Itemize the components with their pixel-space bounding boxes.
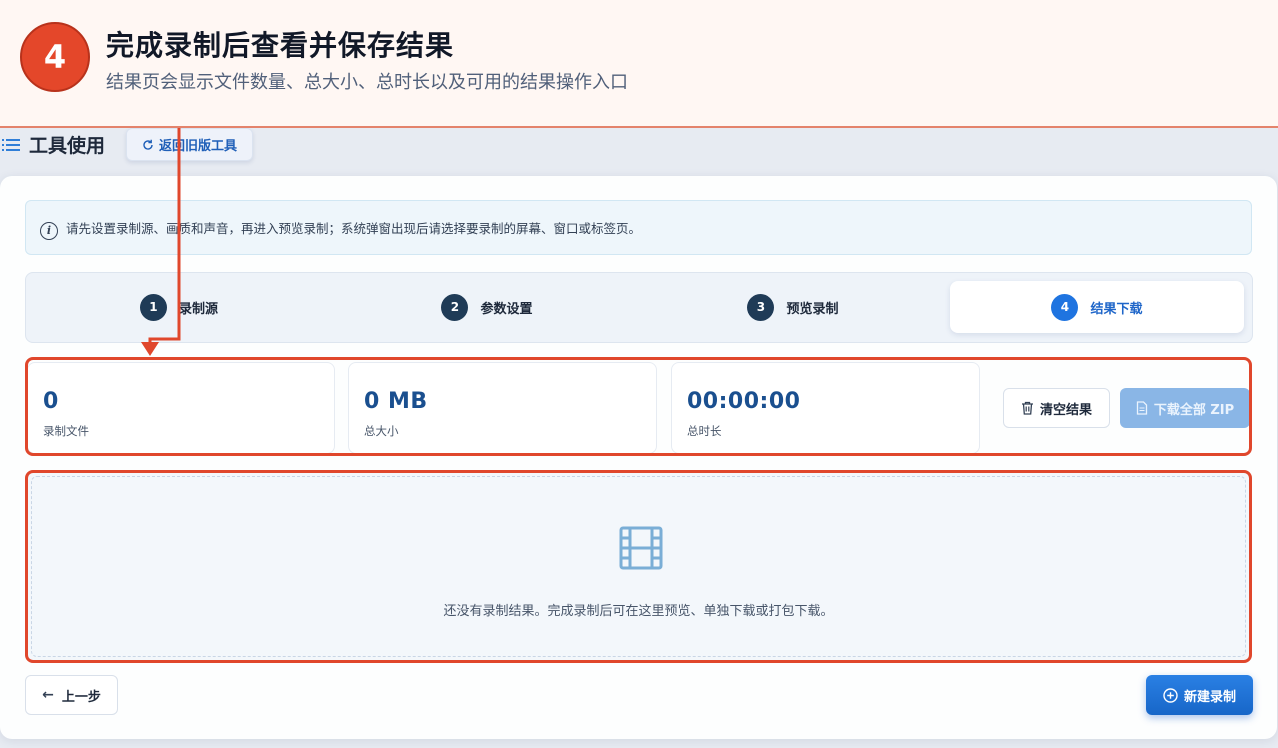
stats-highlight-outline [25,357,1252,456]
step-parameters[interactable]: 2 参数设置 [340,281,634,333]
step-label: 预览录制 [786,301,839,317]
info-icon: i [40,221,58,240]
step-number: 2 [441,293,469,321]
step-preview-record[interactable]: 3 预览录制 [646,281,940,333]
step-label: 参数设置 [480,301,533,317]
previous-step-button[interactable]: ← 上一步 [25,675,118,715]
annotation-banner: 4 完成录制后查看并保存结果 结果页会显示文件数量、总大小、总时长以及可用的结果… [0,0,1278,128]
page-title: 工具使用 [29,135,106,157]
new-recording-label: 新建录制 [1183,689,1236,705]
step-label: 结果下载 [1090,301,1143,317]
previous-step-label: 上一步 [61,689,101,705]
stepper: 1 录制源 2 参数设置 3 预览录制 4 结果下载 [25,272,1253,343]
empty-state-text: 还没有录制结果。完成录制后可在这里预览、单独下载或打包下载。 [443,604,834,619]
annotation-step-badge: 4 [20,22,90,92]
new-recording-button[interactable]: 新建录制 [1146,675,1253,715]
step-number: 1 [139,293,167,321]
arrow-left-icon: ← [42,687,54,703]
plus-circle-icon [1163,687,1178,703]
step-number: 3 [747,293,775,321]
step-label: 录制源 [178,301,218,317]
annotation-subtitle: 结果页会显示文件数量、总大小、总时长以及可用的结果操作入口 [106,72,628,93]
list-icon [2,139,20,151]
results-empty-state: 还没有录制结果。完成录制后可在这里预览、单独下载或打包下载。 [25,470,1252,663]
info-text: 请先设置录制源、画质和声音，再进入预览录制；系统弹窗出现后请选择要录制的屏幕、窗… [66,221,642,236]
main-card: i 请先设置录制源、画质和声音，再进入预览录制；系统弹窗出现后请选择要录制的屏幕… [0,176,1277,739]
step-results-download[interactable]: 4 结果下载 [950,281,1244,333]
info-alert: i 请先设置录制源、画质和声音，再进入预览录制；系统弹窗出现后请选择要录制的屏幕… [25,200,1252,255]
page-header: 工具使用 返回旧版工具 [0,128,1278,168]
annotation-title: 完成录制后查看并保存结果 [106,29,455,62]
refresh-icon [143,139,153,150]
step-number: 4 [1051,293,1079,321]
back-to-old-tool-label: 返回旧版工具 [159,139,238,154]
step-recording-source[interactable]: 1 录制源 [34,281,324,333]
back-to-old-tool-button[interactable]: 返回旧版工具 [126,128,254,161]
film-icon [619,526,663,570]
